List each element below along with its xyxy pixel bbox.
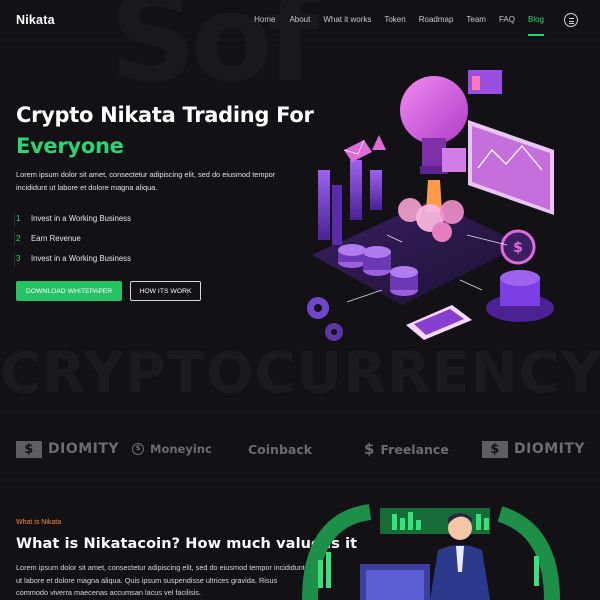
hero-description: Lorem ipsum dolor sit amet, consectetur …	[16, 170, 276, 192]
nav-item-faq[interactable]: FAQ	[499, 15, 515, 24]
brand-name: DIOMITY	[48, 441, 120, 457]
brand-logo[interactable]: $ Freelance	[364, 432, 449, 466]
nav-item-roadmap[interactable]: Roadmap	[419, 15, 454, 24]
about-kicker: What is Nikata	[16, 519, 62, 526]
background-word-cryptocurrency: CRYPTOCURRENCY	[0, 341, 600, 406]
gear-icon	[307, 297, 343, 341]
menu-toggle-button[interactable]	[564, 13, 578, 27]
site-logo[interactable]: Nikata	[16, 13, 55, 27]
nav-item-token[interactable]: Token	[384, 15, 405, 24]
nav-item-home[interactable]: Home	[254, 15, 275, 24]
brand-logo[interactable]: $ DIOMITY	[482, 432, 585, 466]
dollar-box-icon: $	[16, 440, 42, 458]
brand-name: Moneyinc	[150, 442, 212, 456]
step-label: Invest in a Working Business	[31, 253, 131, 263]
brand-name: DIOMITY	[514, 441, 586, 457]
menu-icon-bar	[568, 23, 574, 24]
menu-icon-bar	[568, 18, 574, 19]
dollar-swirl-icon: $	[364, 440, 375, 458]
step-number: 1	[14, 211, 31, 226]
step-item: 3 Invest in a Working Business	[14, 248, 131, 268]
nav-item-blog[interactable]: Blog	[527, 15, 544, 36]
hero-title-line1: Crypto Nikata Trading For	[16, 103, 314, 127]
step-label: Invest in a Working Business	[31, 213, 131, 223]
mail-envelope-icon	[343, 139, 372, 162]
brand-name: Coinback	[248, 441, 313, 457]
hero-steps-list: 1 Invest in a Working Business 2 Earn Re…	[14, 208, 131, 268]
hero-title-highlight: Everyone	[16, 134, 124, 158]
step-item: 2 Earn Revenue	[14, 228, 131, 248]
nav-item-about[interactable]: About	[289, 15, 310, 24]
site-header: Nikata Home About What it works Token Ro…	[0, 0, 600, 40]
landing-page: Sof Nikata Home About What it works Toke…	[0, 0, 600, 600]
nav-item-team[interactable]: Team	[466, 15, 486, 24]
active-nav-indicator	[527, 34, 544, 36]
step-item: 1 Invest in a Working Business	[14, 208, 131, 228]
menu-icon-bar	[568, 20, 574, 22]
nav-item-what-it-works[interactable]: What it works	[323, 15, 371, 24]
dollar-box-icon: $	[482, 440, 508, 458]
coin-icon: $	[132, 443, 144, 455]
brand-logo[interactable]: Coinback	[248, 432, 312, 466]
step-label: Earn Revenue	[31, 233, 81, 243]
hero-title: Crypto Nikata Trading For Everyone	[16, 100, 314, 162]
brand-logo[interactable]: $ DIOMITY	[16, 432, 119, 466]
partner-brands-row: $ DIOMITY $ Moneyinc Coinback $ Freelanc…	[0, 432, 600, 466]
svg-text:$: $	[513, 240, 523, 256]
brand-name: Freelance	[380, 441, 449, 457]
main-nav: Home About What it works Token Roadmap T…	[254, 15, 544, 36]
hero-illustration: $	[307, 70, 554, 341]
step-number: 2	[14, 231, 31, 246]
nav-item-blog-label: Blog	[527, 15, 544, 24]
step-number: 3	[14, 251, 31, 266]
download-whitepaper-button[interactable]: DOWNLOAD WHITEPAPER	[16, 281, 122, 301]
brand-logo[interactable]: $ Moneyinc	[132, 432, 212, 466]
about-illustration	[302, 504, 560, 600]
about-description: Lorem ipsum dolor sit amet, consectetur …	[16, 563, 305, 597]
how-its-work-button[interactable]: HOW ITS WORK	[130, 281, 201, 301]
green-chart-ring	[302, 504, 560, 600]
mobile-phone-icon	[406, 305, 472, 340]
